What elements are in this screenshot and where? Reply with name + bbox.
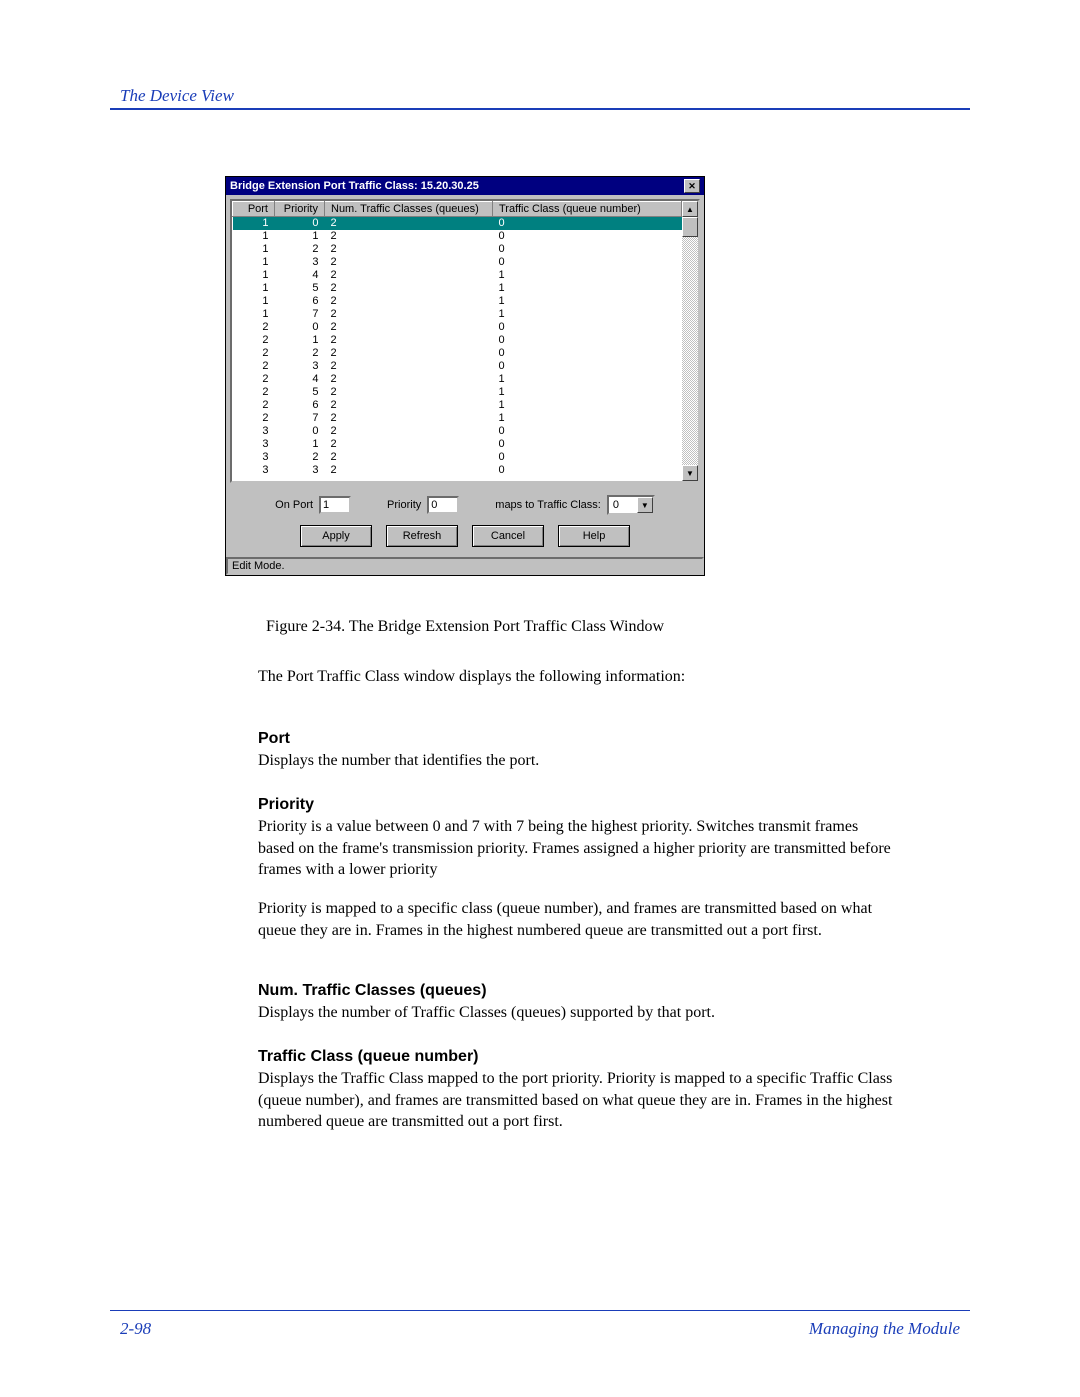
button-row: Apply Refresh Cancel Help [226,519,704,557]
traffic-class-select[interactable]: 0 ▼ [607,495,655,515]
table-container: Port Priority Num. Traffic Classes (queu… [230,199,700,483]
table-row[interactable]: 2220 [233,347,682,360]
table-row[interactable]: 2621 [233,399,682,412]
table-header-row: Port Priority Num. Traffic Classes (queu… [233,202,682,217]
refresh-button[interactable]: Refresh [386,525,458,547]
table-row[interactable]: 2721 [233,412,682,425]
priority-label: Priority [387,499,421,511]
window-titlebar[interactable]: Bridge Extension Port Traffic Class: 15.… [226,177,704,195]
figure-caption: Figure 2-34. The Bridge Extension Port T… [225,618,705,636]
traffic-class-window: Bridge Extension Port Traffic Class: 15.… [225,176,705,576]
table-row[interactable]: 3220 [233,451,682,464]
traffic-class-table[interactable]: Port Priority Num. Traffic Classes (queu… [232,201,682,477]
table-row[interactable]: 1721 [233,308,682,321]
paragraph-num-classes: Displays the number of Traffic Classes (… [258,1002,898,1024]
table-row[interactable]: 2320 [233,360,682,373]
paragraph-port: Displays the number that identifies the … [258,750,898,772]
paragraph-traffic-class: Displays the Traffic Class mapped to the… [258,1068,898,1133]
traffic-class-select-value: 0 [613,499,619,511]
table-row[interactable]: 3320 [233,464,682,477]
status-bar: Edit Mode. [226,557,704,575]
table-row[interactable]: 1220 [233,243,682,256]
apply-button[interactable]: Apply [300,525,372,547]
close-icon[interactable]: ✕ [684,179,700,193]
heading-port: Port [258,728,898,750]
table-row[interactable]: 2020 [233,321,682,334]
table-row[interactable]: 2421 [233,373,682,386]
page-number: 2-98 [120,1319,151,1339]
intro-paragraph: The Port Traffic Class window displays t… [258,666,898,688]
table-row[interactable]: 3020 [233,425,682,438]
maps-label: maps to Traffic Class: [495,499,601,511]
scroll-thumb[interactable] [682,217,698,237]
table-row[interactable]: 1621 [233,295,682,308]
scroll-track[interactable] [682,237,698,465]
table-row[interactable]: 1120 [233,230,682,243]
paragraph-priority-1: Priority is a value between 0 and 7 with… [258,816,898,881]
heading-num-classes: Num. Traffic Classes (queues) [258,980,898,1002]
heading-priority: Priority [258,794,898,816]
page-header: The Device View [120,86,234,106]
paragraph-priority-2: Priority is mapped to a specific class (… [258,898,898,941]
table-row[interactable]: 1320 [233,256,682,269]
scroll-up-icon[interactable]: ▲ [682,201,698,217]
priority-input[interactable] [427,496,459,514]
table-row[interactable]: 2120 [233,334,682,347]
col-port[interactable]: Port [233,202,275,217]
scroll-down-icon[interactable]: ▼ [682,465,698,481]
on-port-input[interactable] [319,496,351,514]
col-num-queues[interactable]: Num. Traffic Classes (queues) [325,202,493,217]
table-row[interactable]: 2521 [233,386,682,399]
table-row[interactable]: 1521 [233,282,682,295]
header-rule [110,108,970,110]
vertical-scrollbar[interactable]: ▲ ▼ [682,201,698,481]
table-row[interactable]: 3120 [233,438,682,451]
on-port-label: On Port [275,499,313,511]
cancel-button[interactable]: Cancel [472,525,544,547]
help-button[interactable]: Help [558,525,630,547]
window-title: Bridge Extension Port Traffic Class: 15.… [230,180,479,192]
footer-section: Managing the Module [809,1319,960,1339]
table-row[interactable]: 1020 [233,217,682,231]
table-row[interactable]: 1421 [233,269,682,282]
col-priority[interactable]: Priority [275,202,325,217]
col-traffic-class[interactable]: Traffic Class (queue number) [493,202,682,217]
footer-rule [110,1310,970,1311]
heading-traffic-class: Traffic Class (queue number) [258,1046,898,1068]
edit-form: On Port Priority maps to Traffic Class: … [226,487,704,519]
chevron-down-icon[interactable]: ▼ [637,497,653,513]
